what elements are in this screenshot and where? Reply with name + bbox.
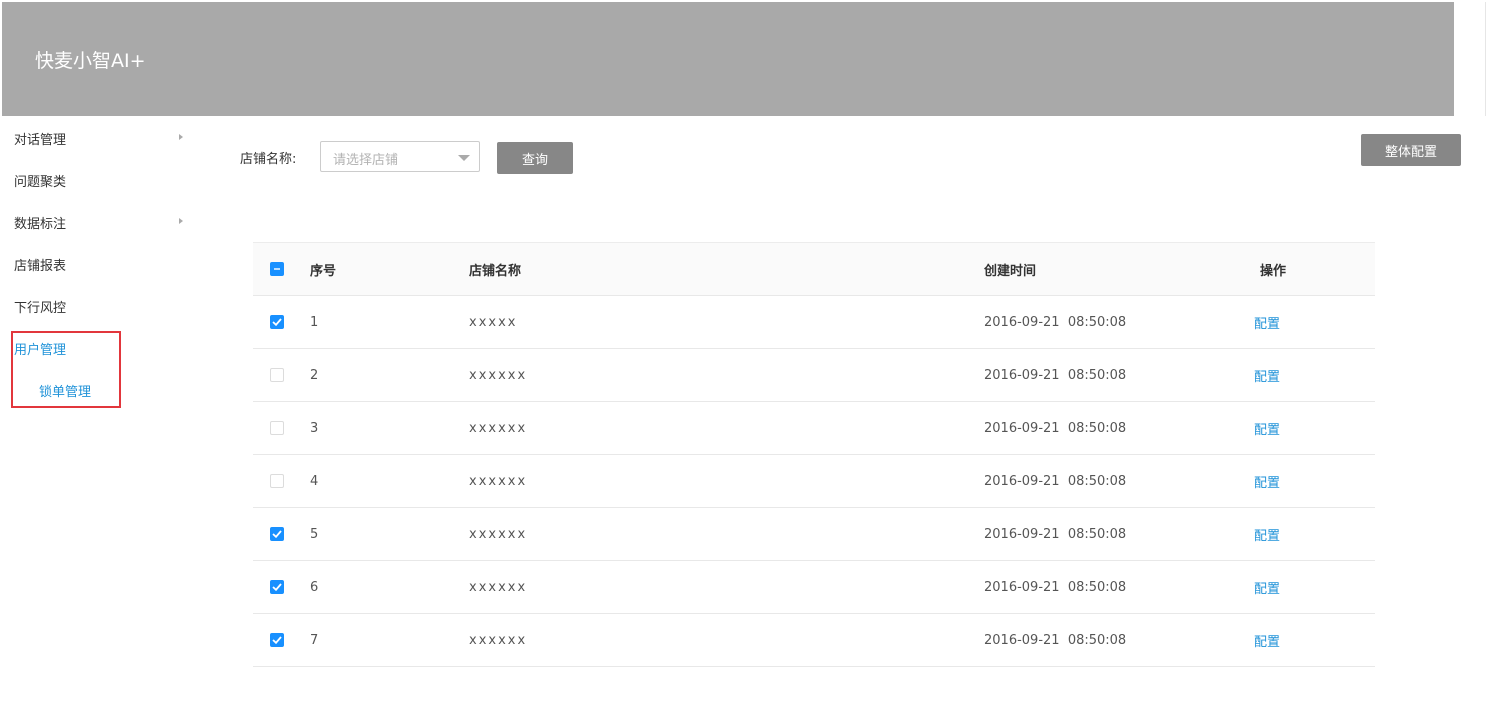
sidebar-item-risk-control[interactable]: 下行风控: [14, 297, 66, 316]
row-created-time-text: 2016-09-21 08:50:08: [984, 367, 1127, 383]
store-select[interactable]: 请选择店铺: [320, 141, 480, 172]
column-header-index: 序号: [310, 263, 337, 279]
row-config-link[interactable]: 配置: [1254, 631, 1280, 650]
table-body: 1 xxxxx 2016-09-21 08:50:08 配置 2 xxxxxx 2016-0…: [253, 296, 1375, 667]
row-checkbox[interactable]: [270, 474, 284, 488]
row-created-time: 2016-09-21 08:50:08: [984, 402, 1126, 454]
row-checkbox[interactable]: [270, 368, 284, 382]
row-store-name: xxxxxx: [469, 420, 528, 436]
row-index: 5: [310, 526, 319, 542]
row-index: 1: [310, 314, 319, 330]
row-checkbox[interactable]: [270, 527, 284, 541]
minus-icon: [274, 268, 280, 270]
query-button[interactable]: 查询: [497, 142, 573, 174]
app-title: 快麦小智AI+: [35, 50, 146, 72]
checkmark-icon: [272, 530, 282, 538]
row-store-name: xxxxxx: [469, 473, 528, 489]
row-store-name: xxxxxx: [469, 579, 528, 595]
row-config-link[interactable]: 配置: [1254, 525, 1280, 544]
row-created-time: 2016-09-21 08:50:08: [984, 349, 1126, 401]
row-checkbox-cell: [270, 402, 284, 454]
store-table: 序号 店铺名称 创建时间 操作 1 xxxxx 2016-09-21 08:50:0…: [253, 242, 1375, 667]
table-header: 序号 店铺名称 创建时间 操作: [253, 242, 1375, 296]
row-config-link[interactable]: 配置: [1254, 313, 1280, 332]
row-index: 6: [310, 579, 319, 595]
row-created-time-text: 2016-09-21 08:50:08: [984, 420, 1127, 436]
row-action-cell: 配置: [1254, 296, 1280, 348]
row-action-cell: 配置: [1254, 614, 1280, 666]
table-row: 6 xxxxxx 2016-09-21 08:50:08 配置: [253, 561, 1375, 614]
config-all-button[interactable]: 整体配置: [1361, 134, 1461, 166]
store-select-placeholder: 请选择店铺: [333, 153, 399, 168]
select-all-cell: [270, 243, 284, 295]
column-header-actions: 操作: [1260, 263, 1287, 279]
sidebar-item-data-annotation[interactable]: 数据标注: [14, 213, 66, 232]
row-store-name: xxxxxx: [469, 632, 528, 648]
caret-down-icon: [458, 155, 470, 161]
row-checkbox-cell: [270, 349, 284, 401]
table-row: 1 xxxxx 2016-09-21 08:50:08 配置: [253, 296, 1375, 349]
row-checkbox-cell: [270, 508, 284, 560]
row-store-name: xxxxxx: [469, 367, 528, 383]
row-index: 7: [310, 632, 319, 648]
table-row: 5 xxxxxx 2016-09-21 08:50:08 配置: [253, 508, 1375, 561]
row-created-time-text: 2016-09-21 08:50:08: [984, 632, 1127, 648]
row-created-time-text: 2016-09-21 08:50:08: [984, 579, 1127, 595]
row-created-time: 2016-09-21 08:50:08: [984, 561, 1126, 613]
row-config-link[interactable]: 配置: [1254, 366, 1280, 385]
row-checkbox-cell: [270, 296, 284, 348]
highlight-annotation-box: [11, 331, 121, 408]
row-action-cell: 配置: [1254, 508, 1280, 560]
table-row: 2 xxxxxx 2016-09-21 08:50:08 配置: [253, 349, 1375, 402]
table-row: 3 xxxxxx 2016-09-21 08:50:08 配置: [253, 402, 1375, 455]
row-created-time: 2016-09-21 08:50:08: [984, 296, 1126, 348]
row-index: 3: [310, 420, 319, 436]
checkmark-icon: [272, 318, 282, 326]
row-created-time: 2016-09-21 08:50:08: [984, 614, 1126, 666]
row-action-cell: 配置: [1254, 402, 1280, 454]
chevron-right-icon: [179, 134, 183, 140]
column-header-created-time: 创建时间: [984, 263, 1037, 279]
row-created-time: 2016-09-21 08:50:08: [984, 455, 1126, 507]
row-store-name: xxxxx: [469, 314, 518, 330]
row-checkbox[interactable]: [270, 580, 284, 594]
select-all-checkbox[interactable]: [270, 262, 284, 276]
store-name-label: 店铺名称:: [240, 152, 297, 167]
row-config-link[interactable]: 配置: [1254, 472, 1280, 491]
checkmark-icon: [272, 636, 282, 644]
row-checkbox[interactable]: [270, 421, 284, 435]
sidebar-item-question-clustering[interactable]: 问题聚类: [14, 171, 66, 190]
row-action-cell: 配置: [1254, 349, 1280, 401]
row-action-cell: 配置: [1254, 455, 1280, 507]
row-config-link[interactable]: 配置: [1254, 419, 1280, 438]
row-checkbox-cell: [270, 455, 284, 507]
column-header-store-name: 店铺名称: [469, 263, 522, 279]
row-action-cell: 配置: [1254, 561, 1280, 613]
header-divider: [1485, 2, 1486, 116]
sidebar-item-store-report[interactable]: 店铺报表: [14, 255, 66, 274]
table-row: 4 xxxxxx 2016-09-21 08:50:08 配置: [253, 455, 1375, 508]
row-index: 2: [310, 367, 319, 383]
row-store-name: xxxxxx: [469, 526, 528, 542]
row-config-link[interactable]: 配置: [1254, 578, 1280, 597]
table-row: 7 xxxxxx 2016-09-21 08:50:08 配置: [253, 614, 1375, 667]
row-index: 4: [310, 473, 319, 489]
row-created-time-text: 2016-09-21 08:50:08: [984, 473, 1127, 489]
sidebar-item-dialog-management[interactable]: 对话管理: [14, 129, 66, 148]
row-checkbox[interactable]: [270, 315, 284, 329]
checkmark-icon: [272, 583, 282, 591]
row-created-time-text: 2016-09-21 08:50:08: [984, 314, 1127, 330]
row-created-time-text: 2016-09-21 08:50:08: [984, 526, 1127, 542]
row-created-time: 2016-09-21 08:50:08: [984, 508, 1126, 560]
row-checkbox-cell: [270, 614, 284, 666]
chevron-right-icon: [179, 218, 183, 224]
row-checkbox[interactable]: [270, 633, 284, 647]
app-header: 快麦小智AI+: [2, 2, 1454, 116]
row-checkbox-cell: [270, 561, 284, 613]
